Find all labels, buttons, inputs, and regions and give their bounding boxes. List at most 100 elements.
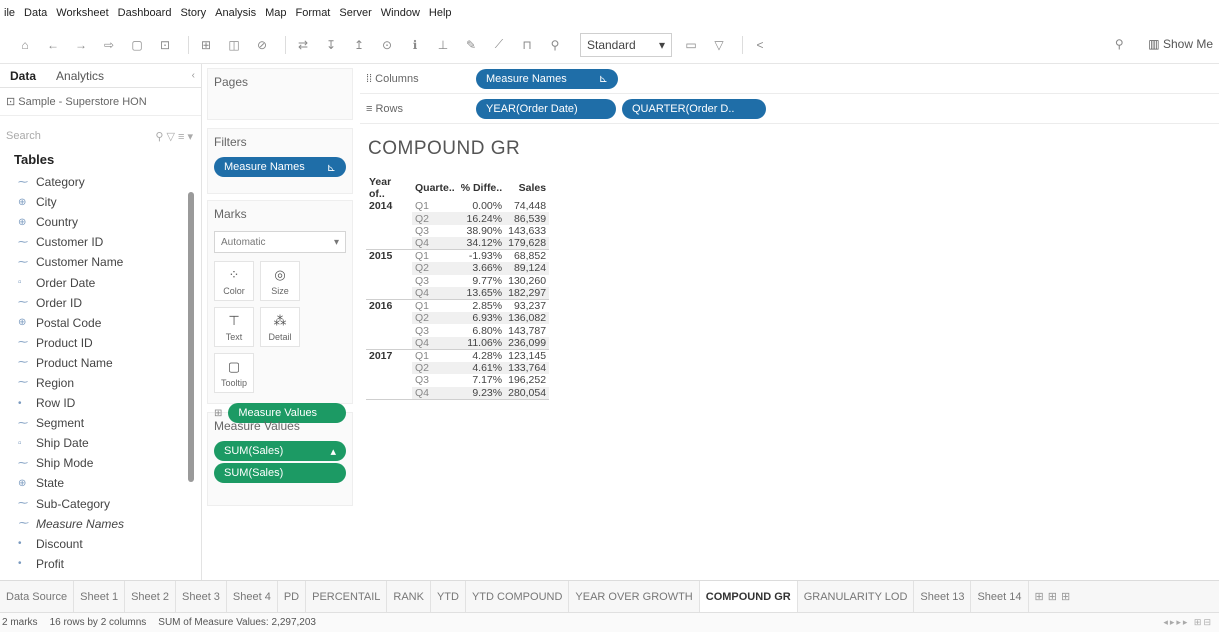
- menu-item[interactable]: Window: [381, 7, 420, 19]
- annotate-icon[interactable]: ⟋: [488, 35, 510, 55]
- color-button[interactable]: ⁘ Color: [214, 261, 254, 301]
- pct-diff-cell[interactable]: 9.77%: [458, 275, 505, 287]
- sales-cell[interactable]: 136,082: [505, 311, 550, 325]
- group-icon[interactable]: ⊙: [376, 35, 398, 55]
- sales-cell[interactable]: 74,448: [505, 200, 549, 212]
- share-icon[interactable]: <: [749, 35, 771, 55]
- field-item[interactable]: ⊕ Country: [0, 212, 201, 232]
- sales-cell[interactable]: 89,124: [505, 262, 550, 275]
- quarter-cell[interactable]: Q1: [412, 299, 458, 312]
- pct-diff-cell[interactable]: 4.61%: [457, 361, 506, 375]
- format-icon[interactable]: ⊓: [516, 35, 538, 55]
- menu-item[interactable]: Map: [265, 7, 286, 19]
- field-item[interactable]: ⁓ Customer ID: [0, 232, 201, 252]
- mark-type-select[interactable]: Automatic ▾: [214, 231, 346, 253]
- quarter-cell[interactable]: Q1: [412, 250, 458, 263]
- field-item[interactable]: ⊕ State: [0, 473, 201, 493]
- field-item[interactable]: • Row ID: [0, 393, 201, 413]
- save-icon[interactable]: ▢: [126, 35, 148, 55]
- columns-pill[interactable]: Measure Names ⊾: [476, 68, 618, 89]
- back-icon[interactable]: ←: [42, 35, 64, 55]
- field-item[interactable]: • Discount: [0, 534, 201, 554]
- pct-diff-cell[interactable]: 3.66%: [457, 262, 506, 275]
- size-button[interactable]: ◎ Size: [260, 261, 300, 301]
- sales-cell[interactable]: 143,787: [505, 324, 549, 337]
- sales-cell[interactable]: 130,260: [505, 275, 549, 287]
- pct-diff-cell[interactable]: -1.93%: [458, 250, 505, 263]
- menu-item[interactable]: Data: [24, 7, 47, 19]
- data-source[interactable]: ⊡ Sample - Superstore HON: [0, 88, 201, 116]
- collapse-icon[interactable]: ‹: [192, 70, 195, 81]
- field-item[interactable]: ▫ Ship Date: [0, 433, 201, 453]
- year-cell[interactable]: 2016: [366, 299, 412, 312]
- field-item[interactable]: ▫ Order Date: [0, 272, 201, 292]
- duplicate-icon[interactable]: ◫: [223, 35, 245, 55]
- pct-diff-cell[interactable]: 4.28%: [458, 349, 505, 362]
- columns-shelf[interactable]: ⁞⁞ Columns Measure Names ⊾: [360, 64, 1219, 94]
- tooltip-icon[interactable]: ▽: [708, 35, 730, 55]
- year-cell[interactable]: 2015: [366, 250, 412, 263]
- header-pct-diff[interactable]: % Diffe..: [458, 176, 505, 200]
- sheet-tab[interactable]: YTD COMPOUND: [466, 580, 570, 613]
- fit-select[interactable]: Standard ▾: [580, 32, 672, 57]
- year-cell[interactable]: [366, 312, 412, 324]
- quarter-cell[interactable]: Q2: [412, 311, 458, 325]
- sheet-tab[interactable]: YTD: [431, 580, 466, 613]
- sort-desc-icon[interactable]: ↥: [348, 35, 370, 55]
- sales-cell[interactable]: 143,633: [505, 225, 549, 237]
- search-input[interactable]: Search ⚲ ▽ ≡ ▾: [0, 124, 201, 148]
- presentation-icon[interactable]: ▭: [680, 35, 702, 55]
- field-item[interactable]: ⁓ Order ID: [0, 293, 201, 313]
- sales-cell[interactable]: 182,297: [505, 286, 550, 300]
- quarter-cell[interactable]: Q1: [412, 349, 458, 362]
- menu-item[interactable]: Story: [180, 7, 206, 19]
- pct-diff-cell[interactable]: 2.85%: [458, 299, 505, 312]
- pin-icon[interactable]: ⚲: [544, 35, 566, 55]
- sheet-tab[interactable]: GRANULARITY LOD: [798, 580, 915, 613]
- field-item[interactable]: ⁓ Ship Mode: [0, 453, 201, 473]
- sales-cell[interactable]: 86,539: [505, 212, 550, 225]
- sales-cell[interactable]: 179,628: [505, 237, 550, 251]
- menu-item[interactable]: Format: [296, 7, 331, 19]
- highlight-icon[interactable]: ✎: [460, 35, 482, 55]
- sales-cell[interactable]: 280,054: [505, 386, 550, 400]
- label-icon[interactable]: ℹ: [404, 35, 426, 55]
- sales-cell[interactable]: 68,852: [505, 250, 549, 263]
- pages-card[interactable]: Pages: [207, 68, 353, 120]
- menu-item[interactable]: ile: [4, 7, 15, 19]
- menu-item[interactable]: Server: [339, 7, 371, 19]
- sheet-tab[interactable]: Sheet 4: [227, 580, 278, 613]
- year-cell[interactable]: 2017: [366, 349, 412, 362]
- pct-diff-cell[interactable]: 0.00%: [458, 200, 505, 212]
- sheet-tab[interactable]: Sheet 14: [971, 580, 1029, 613]
- scrollbar[interactable]: [188, 192, 194, 482]
- field-item[interactable]: • Profit: [0, 554, 201, 574]
- pct-diff-cell[interactable]: 34.12%: [457, 237, 506, 251]
- year-cell[interactable]: [366, 386, 412, 400]
- sheet-tab[interactable]: Data Source: [0, 580, 75, 613]
- detail-button[interactable]: ⁂ Detail: [260, 307, 300, 347]
- new-sheet-icon[interactable]: ⊞⊞⊞: [1035, 590, 1075, 603]
- sheet-tab[interactable]: COMPOUND GR: [699, 580, 798, 613]
- year-cell[interactable]: [366, 374, 412, 386]
- measure-pill[interactable]: SUM(Sales): [214, 463, 346, 483]
- year-cell[interactable]: 2014: [366, 200, 412, 212]
- quarter-cell[interactable]: Q3: [412, 374, 458, 386]
- field-item[interactable]: ⁓ Customer Name: [0, 252, 201, 272]
- measure-pill[interactable]: SUM(Sales) ▴: [214, 441, 346, 461]
- field-item[interactable]: ⁓ Product ID: [0, 333, 201, 353]
- header-year[interactable]: Year of..: [366, 176, 412, 200]
- year-cell[interactable]: [366, 225, 412, 237]
- field-item[interactable]: ⊕ Postal Code: [0, 313, 201, 333]
- filters-card[interactable]: Filters Measure Names ⊾: [207, 128, 353, 194]
- search-tools-icon[interactable]: ⚲ ▽ ≡ ▾: [155, 130, 193, 143]
- year-cell[interactable]: [366, 262, 412, 274]
- quarter-cell[interactable]: Q4: [412, 336, 458, 350]
- quarter-cell[interactable]: Q1: [412, 200, 458, 212]
- quarter-cell[interactable]: Q3: [412, 225, 458, 237]
- view-controls-icon[interactable]: ◂▸▸▸ ⊞⊟: [1163, 617, 1213, 628]
- filter-pill[interactable]: Measure Names ⊾: [214, 157, 346, 177]
- sort-asc-icon[interactable]: ↧: [320, 35, 342, 55]
- pct-diff-cell[interactable]: 6.93%: [457, 311, 506, 325]
- year-cell[interactable]: [366, 237, 412, 251]
